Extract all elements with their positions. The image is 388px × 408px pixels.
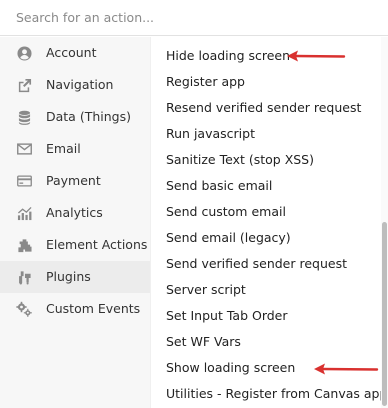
action-item-hide-loading-screen[interactable]: Hide loading screen [166, 43, 290, 69]
email-icon [16, 141, 32, 157]
account-icon [16, 45, 32, 61]
sidebar-item-custom-events[interactable]: Custom Events [0, 293, 150, 325]
action-item-utilities-register-from-canvas-app[interactable]: Utilities - Register from Canvas app [166, 381, 381, 407]
payment-icon [16, 173, 32, 189]
sidebar-item-label: Element Actions [46, 237, 148, 252]
sidebar-item-label: Navigation [46, 77, 114, 92]
scrollbar-track[interactable] [381, 37, 388, 408]
action-item-server-script[interactable]: Server script [166, 277, 246, 303]
action-item-show-loading-screen[interactable]: Show loading screen [166, 355, 295, 381]
action-item-run-javascript[interactable]: Run javascript [166, 121, 255, 147]
sidebar-item-element-actions[interactable]: Element Actions [0, 229, 150, 261]
sidebar-item-label: Custom Events [46, 301, 141, 316]
sidebar-item-label: Data (Things) [46, 109, 131, 124]
sidebar-item-data-things[interactable]: Data (Things) [0, 101, 150, 133]
sidebar-item-label: Account [46, 45, 97, 60]
search-input[interactable] [0, 0, 388, 35]
search-bar [0, 0, 388, 36]
element-actions-icon [16, 237, 32, 253]
custom-events-icon [16, 301, 32, 317]
action-item-send-basic-email[interactable]: Send basic email [166, 173, 272, 199]
action-item-register-app[interactable]: Register app [166, 69, 245, 95]
sidebar-item-label: Plugins [46, 269, 91, 284]
action-item-resend-verified-sender-request[interactable]: Resend verified sender request [166, 95, 361, 121]
scrollbar-thumb[interactable] [382, 222, 387, 406]
category-sidebar: Account Navigation Data (Things) Email P… [0, 37, 150, 408]
sidebar-item-email[interactable]: Email [0, 133, 150, 165]
action-item-set-input-tab-order[interactable]: Set Input Tab Order [166, 303, 288, 329]
sidebar-item-analytics[interactable]: Analytics [0, 197, 150, 229]
action-item-send-verified-sender-request[interactable]: Send verified sender request [166, 251, 347, 277]
action-item-send-custom-email[interactable]: Send custom email [166, 199, 286, 225]
sidebar-item-navigation[interactable]: Navigation [0, 69, 150, 101]
sidebar-item-plugins[interactable]: Plugins [0, 261, 150, 293]
red-arrow-annotation [314, 363, 379, 375]
action-item-set-wf-vars[interactable]: Set WF Vars [166, 329, 241, 355]
sidebar-item-payment[interactable]: Payment [0, 165, 150, 197]
sidebar-item-label: Analytics [46, 205, 103, 220]
sidebar-item-account[interactable]: Account [0, 37, 150, 69]
action-item-sanitize-text[interactable]: Sanitize Text (stop XSS) [166, 147, 314, 173]
action-list: Hide loading screen Register app Resend … [151, 37, 381, 408]
sidebar-item-label: Payment [46, 173, 101, 188]
database-icon [16, 109, 32, 125]
sidebar-item-label: Email [46, 141, 81, 156]
navigation-icon [16, 77, 32, 93]
analytics-icon [16, 205, 32, 221]
plugins-icon [16, 269, 32, 285]
red-arrow-annotation [287, 50, 346, 62]
action-item-send-email-legacy[interactable]: Send email (legacy) [166, 225, 291, 251]
